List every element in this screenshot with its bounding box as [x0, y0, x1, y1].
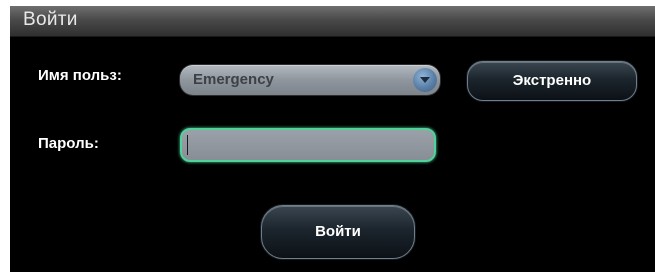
password-field[interactable] [180, 128, 436, 162]
login-dialog: Войти Имя польз: Emergency Экстренно Пар… [10, 6, 655, 272]
chevron-down-icon[interactable] [413, 68, 437, 92]
password-label: Пароль: [38, 135, 99, 152]
login-button[interactable]: Войти [261, 205, 415, 259]
emergency-button[interactable]: Экстренно [467, 61, 637, 101]
dialog-titlebar: Войти [10, 6, 655, 37]
dialog-title: Войти [23, 9, 78, 30]
username-label: Имя польз: [38, 67, 122, 84]
username-dropdown[interactable]: Emergency [180, 65, 440, 95]
username-selected-value: Emergency [193, 71, 274, 88]
